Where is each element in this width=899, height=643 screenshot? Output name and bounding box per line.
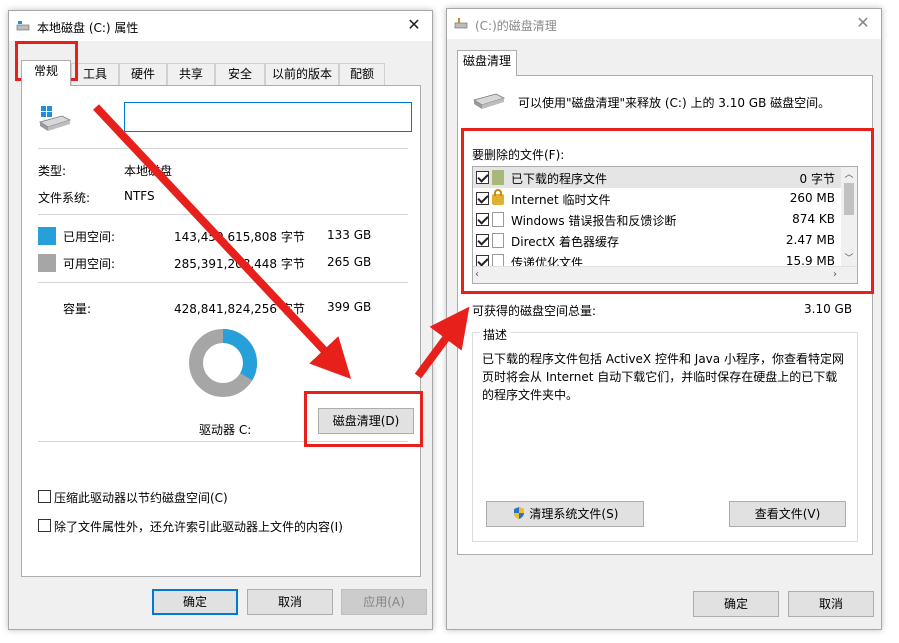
description-text: 已下载的程序文件包括 ActiveX 控件和 Java 小程序，你查看特定网页时… xyxy=(482,352,844,402)
capacity-gb: 399 GB xyxy=(327,300,372,314)
scroll-thumb[interactable] xyxy=(844,183,854,215)
divider xyxy=(38,214,408,215)
file-name: DirectX 着色器缓存 xyxy=(511,235,619,249)
view-files-button[interactable]: 查看文件(V) xyxy=(729,501,846,527)
index-label[interactable]: 除了文件属性外，还允许索引此驱动器上文件的内容(I) xyxy=(54,518,343,535)
scroll-left-icon[interactable]: ‹ xyxy=(475,267,479,283)
cleanup-intro: 可以使用"磁盘清理"来释放 (C:) 上的 3.10 GB 磁盘空间。 xyxy=(518,96,831,110)
file-size: 0 字节 xyxy=(799,172,835,186)
drive-large-icon xyxy=(39,106,72,131)
description-label: 描述 xyxy=(480,326,511,343)
filesystem-value: NTFS xyxy=(124,189,155,203)
vertical-scrollbar[interactable]: ︿ ﹀ xyxy=(841,167,857,267)
apply-button[interactable]: 应用(A) xyxy=(341,589,427,615)
files-to-delete-label: 要删除的文件(F): xyxy=(472,148,565,162)
compress-checkbox[interactable] xyxy=(38,490,51,503)
file-checkbox[interactable] xyxy=(476,213,489,226)
used-space-bytes: 143,450,615,808 字节 xyxy=(174,230,305,244)
filesystem-label: 文件系统: xyxy=(38,191,91,205)
file-icon xyxy=(492,212,504,227)
shield-icon xyxy=(513,507,524,519)
tab-sharing[interactable]: 共享 xyxy=(167,63,215,85)
type-label: 类型: xyxy=(38,164,67,178)
cancel-button[interactable]: 取消 xyxy=(788,591,874,617)
divider xyxy=(38,441,408,442)
drive-large-icon xyxy=(473,93,506,109)
used-space-label: 已用空间: xyxy=(63,230,116,244)
folder-icon xyxy=(492,170,504,185)
cleanup-icon xyxy=(454,18,468,29)
type-value: 本地磁盘 xyxy=(124,164,173,178)
capacity-bytes: 428,841,824,256 字节 xyxy=(174,302,305,316)
properties-titlebar[interactable]: 本地磁盘 (C:) 属性 ✕ xyxy=(9,11,432,41)
file-checkbox[interactable] xyxy=(476,234,489,247)
properties-window: 本地磁盘 (C:) 属性 ✕ 常规 工具 硬件 共享 安全 以前的版本 配额 类… xyxy=(8,10,433,630)
window-title: 本地磁盘 (C:) 属性 xyxy=(37,21,139,35)
ok-button[interactable]: 确定 xyxy=(152,589,238,615)
total-space-label: 可获得的磁盘空间总量: xyxy=(472,304,597,318)
file-name: Internet 临时文件 xyxy=(511,193,611,207)
capacity-label: 容量: xyxy=(63,302,92,316)
file-icon xyxy=(492,233,504,248)
horizontal-scrollbar[interactable]: ‹ › xyxy=(473,266,857,283)
file-name: 已下载的程序文件 xyxy=(511,172,608,186)
tab-disk-cleanup[interactable]: 磁盘清理 xyxy=(457,50,517,76)
cancel-button[interactable]: 取消 xyxy=(247,589,333,615)
cleanup-tabs: 磁盘清理 xyxy=(457,50,557,76)
file-size: 874 KB xyxy=(792,212,835,226)
properties-tabs: 常规 工具 硬件 共享 安全 以前的版本 配额 xyxy=(21,60,421,86)
tab-security[interactable]: 安全 xyxy=(215,63,265,85)
tab-quota[interactable]: 配额 xyxy=(339,63,385,85)
general-panel: 类型: 本地磁盘 文件系统: NTFS 已用空间: 143,450,615,80… xyxy=(21,85,421,577)
donut-used-ring xyxy=(222,329,257,381)
list-item[interactable]: DirectX 着色器缓存 2.47 MB xyxy=(473,230,841,251)
total-space-value: 3.10 GB xyxy=(804,302,853,316)
ok-button[interactable]: 确定 xyxy=(693,591,779,617)
window-title: (C:)的磁盘清理 xyxy=(475,19,557,33)
file-name: Windows 错误报告和反馈诊断 xyxy=(511,214,677,228)
tab-previous-versions[interactable]: 以前的版本 xyxy=(265,63,339,85)
scroll-right-icon[interactable]: › xyxy=(833,267,837,283)
compress-label[interactable]: 压缩此驱动器以节约磁盘空间(C) xyxy=(54,489,228,506)
drive-label: 驱动器 C: xyxy=(199,423,252,437)
lock-shackle xyxy=(494,189,502,196)
index-checkbox[interactable] xyxy=(38,519,51,532)
file-size: 2.47 MB xyxy=(785,233,835,247)
clean-system-files-label: 清理系统文件(S) xyxy=(529,507,619,521)
drive-icon xyxy=(16,21,30,31)
file-checkbox[interactable] xyxy=(476,192,489,205)
usage-donut xyxy=(189,329,257,397)
used-space-gb: 133 GB xyxy=(327,228,372,242)
list-item[interactable]: Windows 错误报告和反馈诊断 874 KB xyxy=(473,209,841,230)
close-icon[interactable]: ✕ xyxy=(853,13,873,33)
tab-tools[interactable]: 工具 xyxy=(71,63,119,85)
divider xyxy=(38,282,408,283)
free-space-label: 可用空间: xyxy=(63,257,116,271)
divider xyxy=(38,148,408,149)
cleanup-panel: 可以使用"磁盘清理"来释放 (C:) 上的 3.10 GB 磁盘空间。 要删除的… xyxy=(457,75,873,555)
scroll-up-icon[interactable]: ︿ xyxy=(841,167,857,183)
tab-general[interactable]: 常规 xyxy=(21,60,71,86)
scroll-down-icon[interactable]: ﹀ xyxy=(841,251,857,267)
disk-cleanup-button[interactable]: 磁盘清理(D) xyxy=(318,408,414,434)
list-item[interactable]: Internet 临时文件 260 MB xyxy=(473,188,841,209)
used-space-swatch xyxy=(38,227,56,245)
clean-system-files-button[interactable]: 清理系统文件(S) xyxy=(486,501,644,527)
list-item[interactable]: 已下载的程序文件 0 字节 xyxy=(473,167,841,188)
drive-name-input[interactable] xyxy=(124,102,412,132)
file-size: 260 MB xyxy=(789,191,835,205)
tab-hardware[interactable]: 硬件 xyxy=(119,63,167,85)
free-space-gb: 265 GB xyxy=(327,255,372,269)
free-space-bytes: 285,391,208,448 字节 xyxy=(174,257,305,271)
cleanup-titlebar[interactable]: (C:)的磁盘清理 ✕ xyxy=(447,9,881,39)
file-checkbox[interactable] xyxy=(476,171,489,184)
cleanup-window: (C:)的磁盘清理 ✕ 磁盘清理 可以使用"磁盘清理"来释放 (C:) 上的 3… xyxy=(446,8,882,630)
close-icon[interactable]: ✕ xyxy=(404,15,424,35)
free-space-swatch xyxy=(38,254,56,272)
files-list[interactable]: 已下载的程序文件 0 字节 Internet 临时文件 260 MB Windo… xyxy=(472,166,858,284)
